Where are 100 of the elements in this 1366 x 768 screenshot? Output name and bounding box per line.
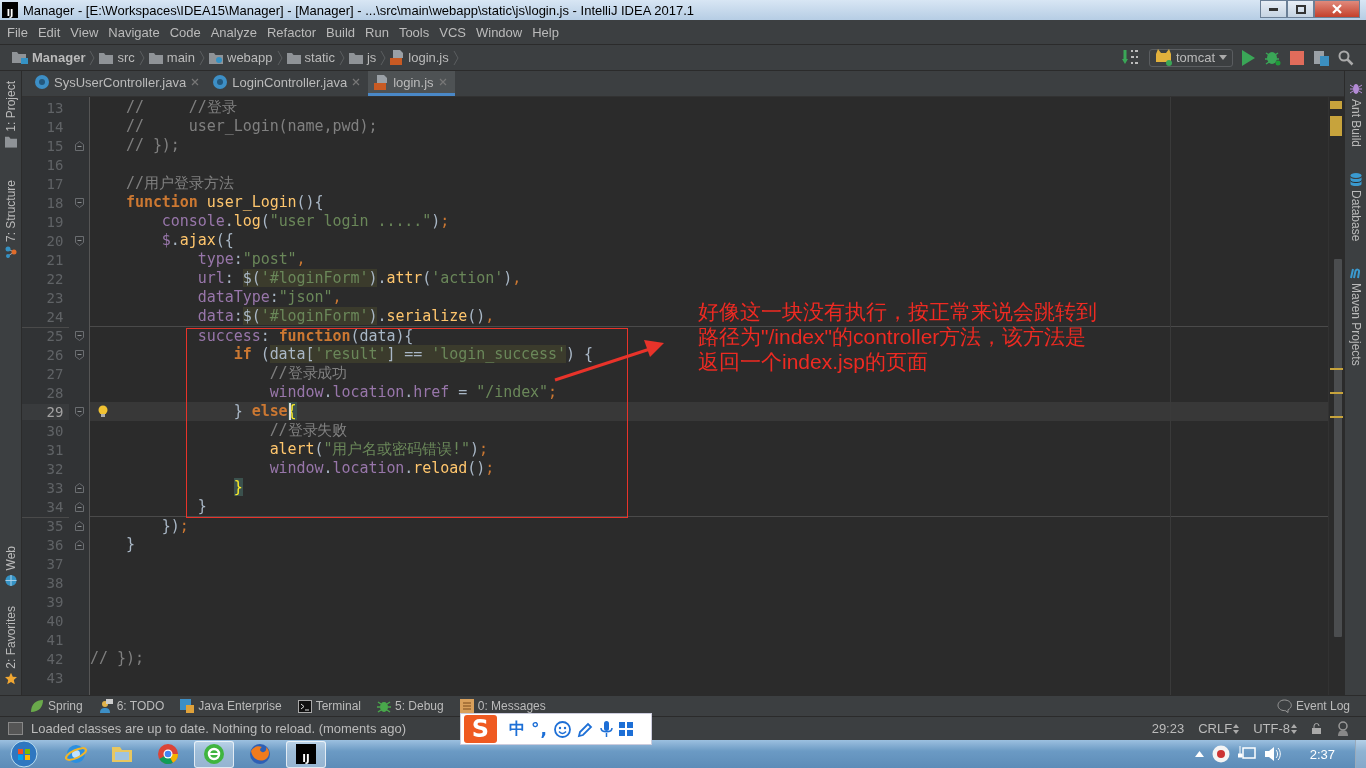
tool-window-tab[interactable]: Terminal — [297, 699, 361, 713]
run-configuration-dropdown[interactable]: tomcat — [1149, 48, 1233, 67]
event-log-tab[interactable]: Event Log — [1276, 699, 1350, 713]
fold-end-icon[interactable] — [74, 539, 84, 550]
tool-window-tab[interactable]: Spring — [30, 699, 83, 713]
code-line: url: $('#loginForm').attr('action'), — [196, 269, 523, 288]
tool-window-tab[interactable]: 1: Project — [3, 79, 18, 150]
encoding-selector[interactable]: UTF-8 — [1253, 721, 1297, 736]
menu-item[interactable]: File — [2, 24, 33, 40]
fold-end-icon[interactable] — [74, 482, 84, 493]
status-message: Loaded classes are up to date. Nothing to reload. (moments ago) — [31, 721, 407, 736]
code-line: // //登录 — [124, 98, 238, 117]
tool-window-tab[interactable]: Java Enterprise — [180, 699, 282, 713]
breadcrumb[interactable]: webapp — [205, 50, 277, 65]
run-button[interactable] — [1242, 49, 1255, 66]
microphone-icon[interactable] — [599, 720, 613, 738]
fold-end-icon[interactable] — [74, 520, 84, 531]
chevron-icon — [452, 49, 459, 66]
fold-end-icon[interactable] — [74, 140, 84, 151]
fold-icon[interactable] — [74, 349, 84, 360]
line-separator-selector[interactable]: CRLF — [1198, 721, 1240, 736]
stop-button[interactable] — [1290, 50, 1304, 65]
caret-icon — [1219, 55, 1227, 60]
fold-icon[interactable] — [74, 197, 84, 208]
menu-item[interactable]: Refactor — [261, 24, 322, 40]
browser-e-icon — [64, 742, 88, 766]
tool-window-tab[interactable]: Database — [1348, 171, 1363, 244]
punctuation-toggle[interactable]: °, — [531, 719, 548, 739]
menu-item[interactable]: Tools — [393, 24, 435, 40]
tool-window-tab[interactable]: Maven Projects — [1348, 265, 1363, 369]
speech-bubble-icon — [1276, 699, 1292, 713]
chevron-icon — [380, 49, 387, 66]
app-logo: IJ — [296, 744, 316, 764]
leaf-icon — [30, 699, 44, 713]
code-line: window.location.reload(); — [268, 459, 496, 478]
annotation-note: 好像这一块没有执行，按正常来说会跳转到路径为"/index"的controller方法，该方法是返回一个index.jsp的页面 — [698, 299, 1098, 374]
up-down-arrows-icon — [1233, 723, 1240, 734]
menu-item[interactable]: Build — [321, 24, 360, 40]
project-structure-button[interactable] — [1313, 49, 1329, 66]
breadcrumb[interactable]: login.js — [386, 50, 453, 65]
close-icon[interactable] — [352, 78, 361, 86]
editor-tab[interactable]: SysUserController.java — [29, 71, 208, 96]
tool-window-tab[interactable]: 6: TODO — [98, 699, 165, 713]
menu-item[interactable]: Edit — [32, 24, 66, 40]
breadcrumb[interactable]: static — [282, 50, 339, 65]
web-folder-icon — [209, 51, 223, 64]
search-icon — [1338, 49, 1354, 66]
tool-window-tab[interactable]: Web — [3, 543, 18, 589]
tool-window-tab[interactable]: 7: Structure — [3, 177, 18, 260]
fold-end-icon[interactable] — [74, 501, 84, 512]
window-title: Manager - [E:\Workspaces\IDEA15\Manager] - [Manager] - ...\src\main\webapp\static\js\login.js - IntelliJ IDEA 2017.1 — [23, 2, 695, 18]
close-button[interactable] — [1314, 0, 1360, 18]
debug-button[interactable] — [1264, 49, 1281, 66]
menu-item[interactable]: Help — [527, 24, 564, 40]
input-mode-toggle[interactable]: 中 — [509, 718, 525, 740]
editor-tab[interactable]: login.js — [368, 71, 455, 96]
fold-icon[interactable] — [74, 406, 84, 417]
menu-item[interactable]: Code — [164, 24, 206, 40]
pen-icon[interactable] — [576, 720, 594, 738]
tool-window-tab[interactable]: 0: Messages — [459, 699, 546, 713]
chevron-icon — [276, 49, 283, 66]
network-icon[interactable] — [1237, 746, 1256, 762]
fold-icon[interactable] — [74, 330, 84, 341]
volume-icon[interactable] — [1263, 746, 1282, 762]
lightbulb-icon[interactable] — [98, 405, 108, 418]
maximize-button[interactable] — [1287, 0, 1314, 18]
menu-item[interactable]: Run — [360, 24, 394, 40]
tool-window-tab[interactable]: 5: Debug — [377, 699, 444, 713]
minimize-button[interactable] — [1260, 0, 1287, 18]
close-icon[interactable] — [191, 78, 200, 86]
tool-window-tab[interactable]: 2: Favorites — [3, 604, 18, 687]
lock-icon[interactable] — [1311, 723, 1322, 734]
editor-tab[interactable]: LoginController.java — [207, 71, 369, 96]
menu-item[interactable]: Analyze — [205, 24, 262, 40]
grid-icon[interactable] — [618, 721, 634, 737]
project-structure-icon — [1313, 49, 1329, 66]
chevron-icon — [338, 49, 345, 66]
search-button[interactable] — [1338, 49, 1354, 66]
clock[interactable]: 2:37 — [1309, 746, 1335, 762]
breadcrumb[interactable]: main — [144, 50, 199, 65]
round-badge-icon[interactable] — [1211, 745, 1230, 763]
smiley-icon[interactable] — [553, 720, 571, 738]
scrollbar-thumb[interactable] — [1334, 259, 1342, 637]
breadcrumb[interactable]: Manager — [8, 50, 90, 65]
build-button[interactable] — [1122, 48, 1140, 67]
fold-icon[interactable] — [74, 235, 84, 246]
menu-item[interactable]: Window — [470, 24, 528, 40]
breadcrumb[interactable]: src — [95, 50, 139, 65]
taskbar-app-button[interactable]: IJ — [286, 740, 326, 768]
breadcrumb[interactable]: js — [344, 50, 381, 65]
structure-tree-icon — [4, 245, 17, 258]
menu-item[interactable]: View — [65, 24, 104, 40]
tool-window-tab[interactable]: Ant Build — [1348, 81, 1363, 150]
cursor-position[interactable]: 29:23 — [1151, 721, 1185, 736]
menu-item[interactable]: Navigate — [103, 24, 165, 40]
show-hidden-icons-icon[interactable] — [1194, 751, 1204, 757]
menu-item[interactable]: VCS — [434, 24, 471, 40]
maximize-icon — [1295, 4, 1306, 14]
taskbar-app-button[interactable] — [194, 740, 234, 768]
error-stripe-mark — [1330, 368, 1343, 370]
